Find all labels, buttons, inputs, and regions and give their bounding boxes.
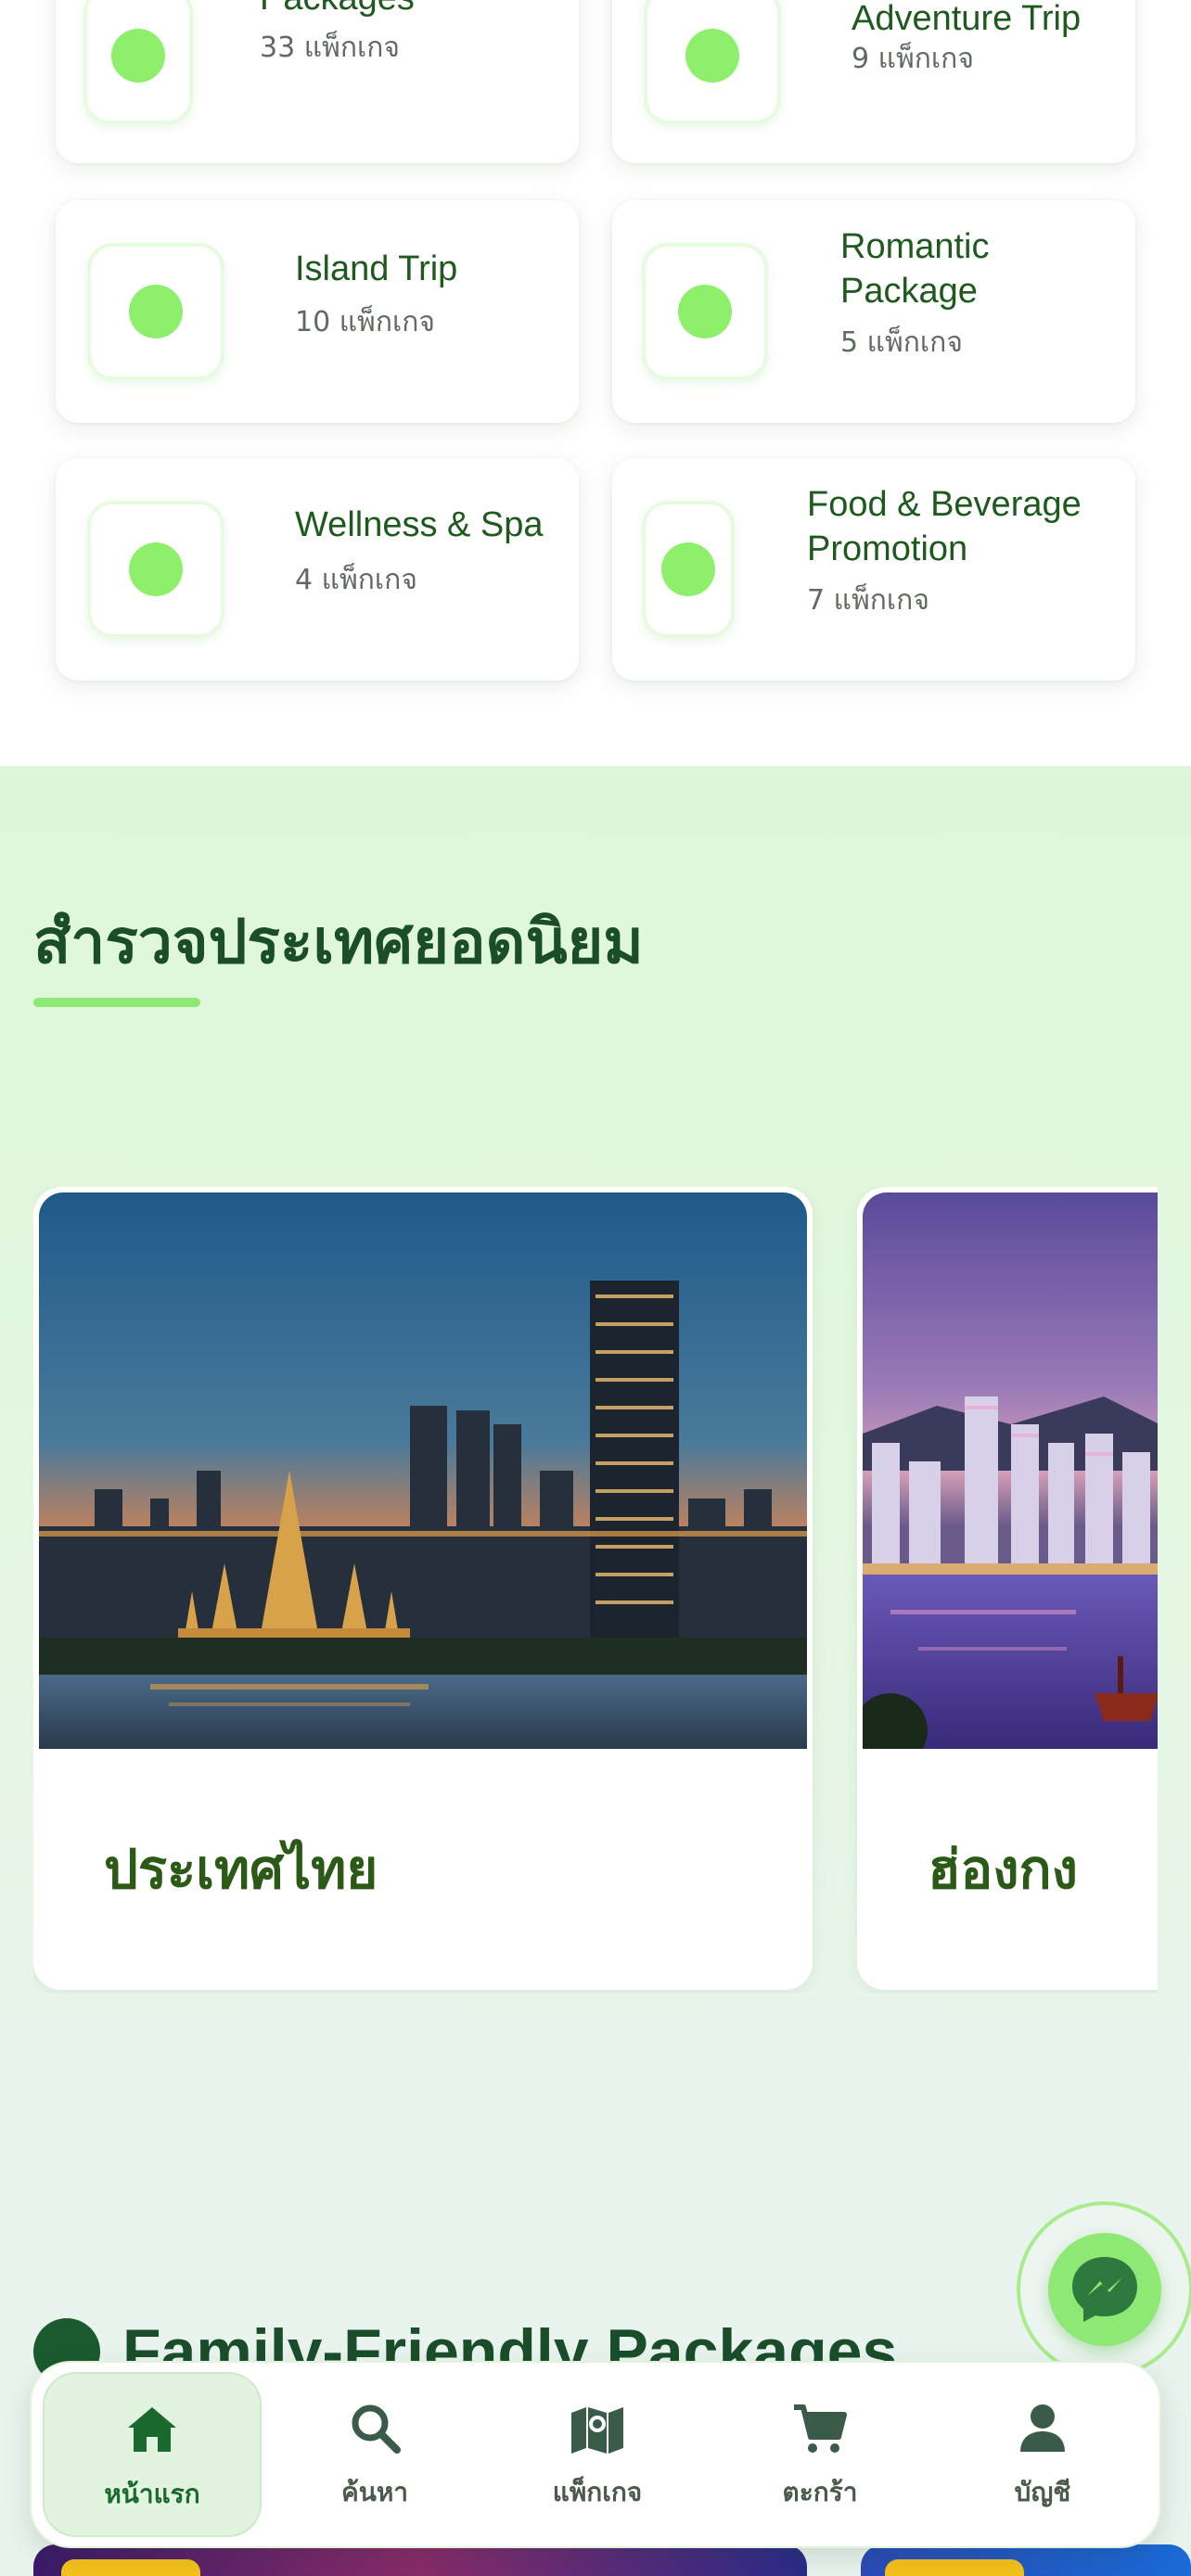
destination-name: ประเทศไทย [104,1838,378,1901]
messenger-icon [1048,2233,1161,2346]
dot-icon [661,542,715,596]
dot-icon [129,285,183,338]
category-name: Romantic Package [840,227,990,311]
cart-icon [794,2404,847,2453]
package-badge [885,2559,1024,2576]
messenger-fab[interactable] [1017,2201,1191,2378]
bottom-navigation: หน้าแรก ค้นหา แพ็กเกจ ตะกร้า บัญชี [30,2361,1161,2548]
category-count: 9 แพ็กเกจ [852,43,974,75]
package-badge [61,2559,200,2576]
hong-kong-skyline-photo [863,1192,1158,1749]
category-name: Family-Friendly Packages [260,0,566,20]
category-card-family[interactable]: Family-Friendly Packages 33 แพ็กเกจ [56,0,579,163]
nav-item-packages[interactable]: แพ็กเกจ [488,2372,707,2537]
nav-item-cart[interactable]: ตะกร้า [711,2372,929,2537]
bangkok-wat-arun-night-photo [39,1192,807,1749]
category-icon-box [83,0,193,124]
search-icon [352,2404,401,2454]
destination-card-hongkong[interactable]: ฮ่องกง [857,1187,1158,1990]
category-name: Island Trip [295,249,458,288]
nav-item-search[interactable]: ค้นหา [265,2372,484,2537]
user-icon [1020,2404,1065,2452]
nav-item-account[interactable]: บัญชี [933,2372,1152,2537]
nav-item-home[interactable]: หน้าแรก [43,2372,262,2537]
category-card-wellness[interactable]: Wellness & Spa 4 แพ็กเกจ [56,458,579,681]
category-count: 33 แพ็กเกจ [260,32,400,64]
section-title: สำรวจประเทศยอดนิยม [33,906,644,977]
category-icon-box [642,501,735,638]
category-count: 4 แพ็กเกจ [295,564,417,596]
category-card-food[interactable]: Food & Beverage Promotion 7 แพ็กเกจ [612,458,1135,681]
nav-label: แพ็กเกจ [552,2477,643,2507]
category-count: 5 แพ็กเกจ [840,326,963,359]
package-card[interactable] [861,2544,1191,2576]
category-count: 10 แพ็กเกจ [295,306,435,338]
destination-name: ฮ่องกง [928,1838,1078,1901]
dot-icon [129,542,183,596]
home-icon [128,2407,176,2452]
destination-card-thailand[interactable]: ประเทศไทย [33,1187,813,1990]
nav-label: หน้าแรก [104,2479,200,2509]
dot-icon [678,285,732,338]
category-section: Family-Friendly Packages 33 แพ็กเกจ Adve… [0,0,1191,766]
destinations-carousel[interactable]: ประเทศไทย ฮ่องกง [33,1187,1158,1994]
package-card[interactable] [33,2544,807,2576]
category-icon-box [644,0,781,124]
category-name: Food & Beverage Promotion [807,485,1082,568]
dot-icon [685,29,739,83]
category-count: 7 แพ็กเกจ [807,584,929,617]
category-icon-box [642,243,768,380]
destinations-section: สำรวจประเทศยอดนิยม ประเทศไทย ฮ่องกง [0,766,1191,2166]
category-card-adventure[interactable]: Adventure Trip 9 แพ็กเกจ [612,0,1135,163]
destination-image [39,1192,807,1749]
title-underline [33,998,200,1007]
destination-image [863,1192,1158,1749]
category-card-island[interactable]: Island Trip 10 แพ็กเกจ [56,200,579,423]
dot-icon [111,29,165,83]
category-name: Adventure Trip [852,0,1082,38]
category-card-romantic[interactable]: Romantic Package 5 แพ็กเกจ [612,200,1135,423]
category-icon-box [87,501,224,638]
category-name: Wellness & Spa [295,505,544,544]
nav-label: ตะกร้า [782,2477,858,2507]
nav-label: บัญชี [1014,2477,1071,2507]
map-icon [571,2407,623,2454]
category-icon-box [87,243,224,380]
nav-label: ค้นหา [340,2477,409,2507]
